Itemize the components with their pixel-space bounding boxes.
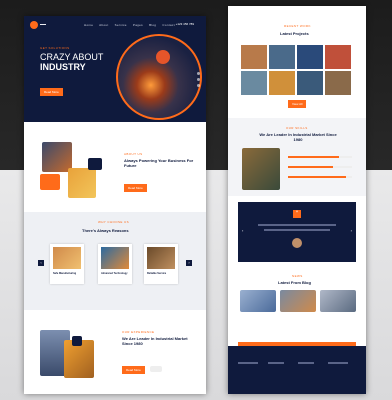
skill-bar-2: [288, 166, 352, 168]
skills-image: [242, 148, 280, 190]
about-read-more-button[interactable]: Read More: [124, 184, 147, 192]
reasons-kicker: WHY CHOOSE US: [98, 220, 129, 224]
testimonial-next-arrow[interactable]: ›: [351, 228, 352, 233]
projects-kicker: RECENT WORK: [284, 24, 311, 28]
leader-section: OUR EXPERIENCE We Are Leader In Industri…: [24, 310, 206, 394]
footer-line: [298, 362, 314, 364]
skills-title: We Are Leader In Industrial Market Since…: [259, 132, 337, 142]
reason-card-2-image: [101, 247, 129, 269]
leader-read-more-button[interactable]: Read More: [122, 366, 145, 374]
reason-card-3[interactable]: Reliable Service: [144, 244, 178, 284]
leader-badge: [72, 336, 82, 346]
footer-line: [238, 362, 258, 364]
reasons-title: There's Always Reasons: [82, 228, 129, 233]
footer-line: [268, 362, 284, 364]
project-thumb[interactable]: [241, 71, 267, 95]
about-image-2: [68, 168, 96, 198]
blog-card-3-image[interactable]: [320, 290, 356, 312]
testimonial-section: “ ‹ ›: [238, 202, 356, 262]
about-kicker: ABOUT US: [124, 152, 143, 156]
blog-title: Latest From Blog: [278, 280, 311, 285]
reasons-prev-button[interactable]: ‹: [38, 260, 44, 266]
navbar: ▬▬ Home About Service Pages Blog Contact…: [24, 20, 206, 30]
blog-kicker: NEWS: [292, 274, 303, 278]
hero-section: ▬▬ Home About Service Pages Blog Contact…: [24, 16, 206, 122]
homepage-preview-right: RECENT WORK Latest Projects View All OUR…: [228, 6, 366, 394]
reason-card-3-image: [147, 247, 175, 269]
about-title: Always Powering Your Business For Future: [124, 158, 194, 168]
nav-link-blog[interactable]: Blog: [149, 23, 156, 27]
testimonial-text-line: [258, 224, 336, 226]
reason-card-1[interactable]: Safe Manufacturing: [50, 244, 84, 284]
nav-link-contact[interactable]: Contact: [162, 23, 174, 27]
leader-kicker: OUR EXPERIENCE: [122, 330, 155, 334]
nav-link-home[interactable]: Home: [84, 23, 93, 27]
skill-bar-3: [288, 176, 352, 178]
hero-title: CRAZY ABOUT INDUSTRY: [40, 52, 103, 72]
skills-section: OUR SKILLS We Are Leader In Industrial M…: [228, 118, 366, 196]
skills-kicker: OUR SKILLS: [286, 126, 308, 130]
hero-kicker: GET SOLUTIONS: [40, 46, 70, 50]
project-thumb[interactable]: [297, 45, 323, 69]
hero-slider-dots[interactable]: [197, 72, 200, 90]
about-image-1: [42, 142, 72, 172]
leader-signature: [150, 366, 162, 372]
about-section: ABOUT US Always Powering Your Business F…: [24, 122, 206, 212]
nav-links: Home About Service Pages Blog Contact: [84, 23, 180, 27]
blog-card-1-image[interactable]: [240, 290, 276, 312]
reason-card-2[interactable]: Advanced Technology: [98, 244, 132, 284]
nav-link-service[interactable]: Service: [115, 23, 127, 27]
projects-view-all-button[interactable]: View All: [288, 100, 307, 108]
testimonial-prev-arrow[interactable]: ‹: [242, 228, 243, 233]
nav-phone[interactable]: +123 456 789: [176, 22, 194, 26]
footer-line: [328, 362, 348, 364]
projects-title: Latest Projects: [280, 31, 309, 36]
projects-gallery: [240, 44, 354, 96]
hero-read-more-button[interactable]: Read More: [40, 88, 63, 96]
reason-card-3-title: Reliable Service: [147, 272, 167, 275]
project-thumb[interactable]: [325, 45, 351, 69]
reasons-next-button[interactable]: ›: [186, 260, 192, 266]
hero-worker-image: [116, 34, 202, 120]
testimonial-avatar: [292, 238, 302, 248]
homepage-preview-left: ▬▬ Home About Service Pages Blog Contact…: [24, 16, 206, 394]
logo-icon[interactable]: [30, 21, 38, 29]
blog-card-2-image[interactable]: [280, 290, 316, 312]
project-thumb[interactable]: [269, 45, 295, 69]
about-badge: [88, 158, 102, 170]
skill-bar-1: [288, 156, 352, 158]
about-experience-badge: [40, 174, 60, 190]
leader-title: We Are Leader In Industrial Market Since…: [122, 336, 188, 346]
reasons-section: WHY CHOOSE US There's Always Reasons ‹ ›…: [24, 212, 206, 310]
project-thumb[interactable]: [325, 71, 351, 95]
logo-text: ▬▬: [40, 22, 46, 26]
footer: [228, 346, 366, 394]
reason-card-2-title: Advanced Technology: [101, 272, 128, 275]
project-thumb[interactable]: [269, 71, 295, 95]
nav-link-about[interactable]: About: [99, 23, 108, 27]
project-thumb[interactable]: [297, 71, 323, 95]
testimonial-text-line: [264, 229, 330, 231]
reason-card-1-image: [53, 247, 81, 269]
hero-title-line2: INDUSTRY: [40, 62, 86, 72]
hero-title-line1: CRAZY ABOUT: [40, 52, 104, 62]
reason-card-1-title: Safe Manufacturing: [53, 272, 77, 275]
quote-icon: “: [293, 210, 301, 218]
nav-link-pages[interactable]: Pages: [133, 23, 143, 27]
project-thumb[interactable]: [241, 45, 267, 69]
